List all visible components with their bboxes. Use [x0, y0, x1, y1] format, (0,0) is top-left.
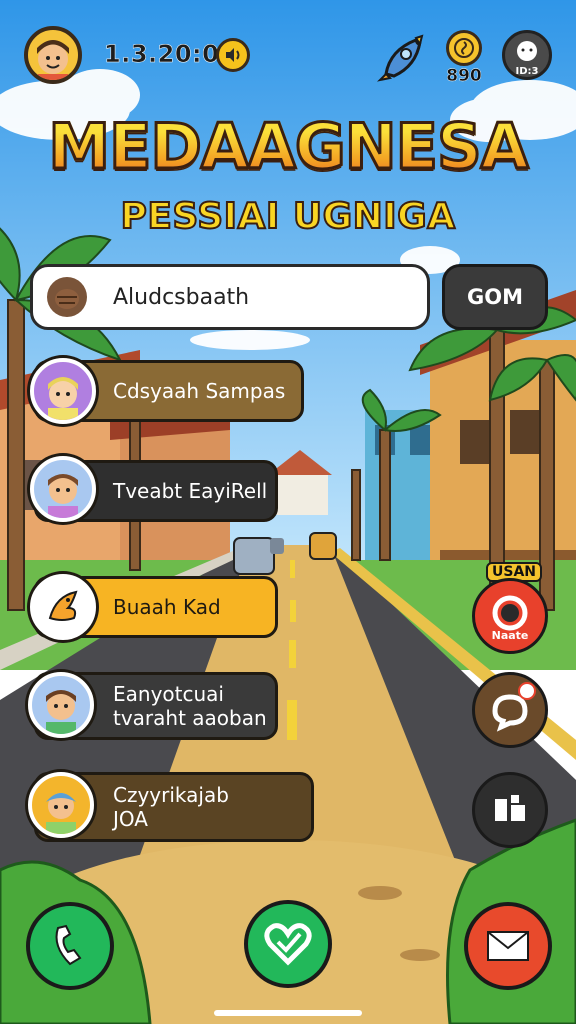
game-title: MEDAAGNESA — [0, 109, 576, 185]
share-button[interactable] — [472, 772, 548, 848]
camera-button[interactable]: Naate — [472, 578, 548, 654]
search-avatar — [47, 277, 87, 317]
chat-button[interactable] — [472, 672, 548, 748]
rocket-icon — [376, 34, 424, 82]
contact-name: Tveabt EayiRell — [113, 479, 268, 503]
game-scene: 1.3.20:03 890 ID:3 MEDAAGNESA MEDAAGNESA… — [0, 0, 576, 1024]
camera-label: Naate — [491, 629, 529, 642]
game-subtitle: PESSIAI UGNIGA — [119, 195, 456, 238]
mail-button[interactable] — [464, 902, 552, 990]
profile-label: ID:3 — [515, 66, 539, 77]
contact-name: Cdsyaah Sampas — [113, 379, 286, 403]
favorite-button[interactable] — [244, 900, 332, 988]
home-indicator[interactable] — [214, 1010, 362, 1016]
search-bar[interactable]: Aludcsbaath — [30, 264, 430, 330]
call-button[interactable] — [26, 902, 114, 990]
share-icon — [495, 795, 525, 821]
search-input[interactable]: Aludcsbaath — [113, 285, 249, 310]
contact-avatar — [30, 574, 96, 640]
mail-icon — [487, 931, 529, 961]
contact-avatar — [30, 456, 96, 522]
heart-icon — [264, 923, 312, 966]
go-button[interactable]: GOM — [442, 264, 548, 330]
contact-name: Eanyotcuai tvaraht aaoban — [113, 682, 267, 730]
contact-name: Buaah Kad — [113, 595, 221, 619]
phone-icon — [55, 924, 82, 966]
chat-icon — [492, 682, 536, 732]
contact-avatar — [28, 672, 94, 738]
coin-icon — [446, 30, 482, 66]
contact-name: Czyyrikajab JOA — [113, 783, 229, 831]
sound-icon — [226, 48, 240, 62]
coin-count: 890 — [446, 66, 482, 86]
contact-avatar — [28, 772, 94, 838]
contact-avatar — [30, 358, 96, 424]
boost-button[interactable] — [376, 32, 428, 84]
player-avatar[interactable] — [24, 26, 82, 84]
player-face-icon — [37, 40, 69, 80]
sound-button[interactable] — [216, 38, 250, 72]
